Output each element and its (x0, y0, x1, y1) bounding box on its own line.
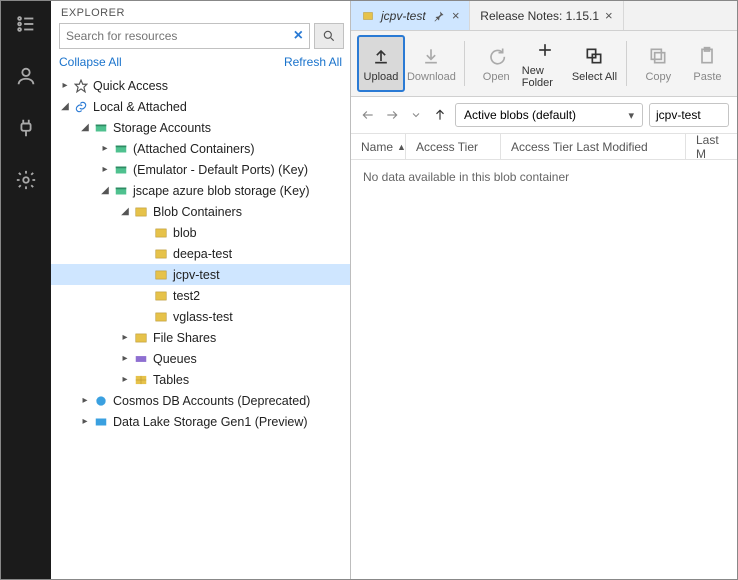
toolbar: Upload Download Open New Folder Select A… (351, 31, 737, 97)
pin-icon[interactable] (432, 9, 446, 23)
tab-label: jcpv-test (381, 9, 426, 23)
dropdown-value: Active blobs (default) (464, 108, 576, 122)
chevron-updown-icon: ▾ (628, 109, 634, 122)
search-input-wrapper: × (59, 23, 310, 49)
container-icon (153, 288, 169, 304)
tree-storage-accounts[interactable]: ◢Storage Accounts (51, 117, 350, 138)
activity-account-icon[interactable] (6, 59, 46, 93)
container-icon (153, 309, 169, 325)
main-area: jcpv-test × Release Notes: 1.15.1 × Uplo… (351, 1, 737, 579)
tree-cosmos[interactable]: ▸Cosmos DB Accounts (Deprecated) (51, 390, 350, 411)
tab-bar: jcpv-test × Release Notes: 1.15.1 × (351, 1, 737, 31)
tree-container-vglass-test[interactable]: vglass-test (51, 306, 350, 327)
tab-label: Release Notes: 1.15.1 (480, 9, 599, 23)
collapse-all-link[interactable]: Collapse All (59, 55, 122, 69)
cosmos-icon (93, 393, 109, 409)
tree-quick-access[interactable]: ▸Quick Access (51, 75, 350, 96)
tree-file-shares[interactable]: ▸File Shares (51, 327, 350, 348)
tree-emulator[interactable]: ▸(Emulator - Default Ports) (Key) (51, 159, 350, 180)
toolbar-label: Copy (645, 71, 671, 83)
sort-asc-icon: ▲ (397, 142, 406, 152)
toolbar-label: Upload (364, 71, 399, 83)
queue-icon (133, 351, 149, 367)
explorer-title: EXPLORER (51, 1, 350, 23)
datalake-icon (93, 414, 109, 430)
copy-button[interactable]: Copy (635, 35, 682, 92)
column-name[interactable]: Name▲ (351, 134, 406, 159)
upload-button[interactable]: Upload (357, 35, 405, 92)
storage-icon (93, 120, 109, 136)
explorer-panel: EXPLORER × Collapse All Refresh All ▸Qui… (51, 1, 351, 579)
tree-attached-containers[interactable]: ▸(Attached Containers) (51, 138, 350, 159)
view-filter-dropdown[interactable]: Active blobs (default) ▾ (455, 103, 643, 127)
resource-tree: ▸Quick Access ◢Local & Attached ◢Storage… (51, 73, 350, 579)
container-icon (153, 225, 169, 241)
tree-queues[interactable]: ▸Queues (51, 348, 350, 369)
toolbar-label: New Folder (522, 65, 569, 89)
tree-container-jcpv-test[interactable]: jcpv-test (51, 264, 350, 285)
column-access-tier[interactable]: Access Tier (406, 134, 501, 159)
storage-icon (113, 141, 129, 157)
star-icon (73, 78, 89, 94)
tree-local-attached[interactable]: ◢Local & Attached (51, 96, 350, 117)
tree-datalake[interactable]: ▸Data Lake Storage Gen1 (Preview) (51, 411, 350, 432)
close-icon[interactable]: × (605, 8, 613, 23)
activity-settings-icon[interactable] (6, 163, 46, 197)
tree-blob-containers[interactable]: ◢Blob Containers (51, 201, 350, 222)
download-icon (420, 45, 442, 67)
activity-connect-icon[interactable] (6, 111, 46, 145)
storage-icon (113, 183, 129, 199)
container-icon (153, 246, 169, 262)
select-all-icon (583, 45, 605, 67)
search-input[interactable] (66, 29, 294, 43)
nav-recent-icon[interactable] (407, 106, 425, 124)
link-icon (73, 99, 89, 115)
column-access-tier-modified[interactable]: Access Tier Last Modified (501, 134, 686, 159)
toolbar-label: Download (407, 71, 456, 83)
empty-state: No data available in this blob container (351, 160, 737, 194)
tree-container-deepa-test[interactable]: deepa-test (51, 243, 350, 264)
table-icon (133, 372, 149, 388)
toolbar-label: Open (483, 71, 510, 83)
activity-bar (1, 1, 51, 579)
download-button[interactable]: Download (407, 35, 456, 92)
tree-container-blob[interactable]: blob (51, 222, 350, 243)
search-button[interactable] (314, 23, 344, 49)
new-folder-icon (534, 39, 556, 61)
nav-forward-icon[interactable] (383, 106, 401, 124)
close-icon[interactable]: × (452, 8, 460, 23)
container-group-icon (133, 204, 149, 220)
toolbar-label: Select All (572, 71, 617, 83)
nav-row: Active blobs (default) ▾ jcpv-test (351, 97, 737, 134)
tab-jcpv-test[interactable]: jcpv-test × (351, 1, 470, 30)
tree-tables[interactable]: ▸Tables (51, 369, 350, 390)
fileshare-icon (133, 330, 149, 346)
storage-icon (113, 162, 129, 178)
activity-explorer-icon[interactable] (6, 7, 46, 41)
paste-icon (696, 45, 718, 67)
clear-search-icon[interactable]: × (294, 27, 303, 45)
nav-up-icon[interactable] (431, 106, 449, 124)
new-folder-button[interactable]: New Folder (522, 35, 569, 92)
select-all-button[interactable]: Select All (571, 35, 618, 92)
upload-icon (370, 45, 392, 67)
nav-back-icon[interactable] (359, 106, 377, 124)
tab-release-notes[interactable]: Release Notes: 1.15.1 × (470, 1, 623, 30)
location-path[interactable]: jcpv-test (649, 103, 729, 127)
open-icon (485, 45, 507, 67)
container-icon (361, 9, 375, 23)
container-icon (153, 267, 169, 283)
open-button[interactable]: Open (473, 35, 520, 92)
tree-container-test2[interactable]: test2 (51, 285, 350, 306)
tree-jscape-account[interactable]: ◢jscape azure blob storage (Key) (51, 180, 350, 201)
column-last-modified[interactable]: Last M (686, 134, 737, 159)
separator (464, 41, 465, 86)
paste-button[interactable]: Paste (684, 35, 731, 92)
refresh-all-link[interactable]: Refresh All (284, 55, 342, 69)
separator (626, 41, 627, 86)
toolbar-label: Paste (693, 71, 721, 83)
copy-icon (647, 45, 669, 67)
table-header: Name▲ Access Tier Access Tier Last Modif… (351, 134, 737, 160)
